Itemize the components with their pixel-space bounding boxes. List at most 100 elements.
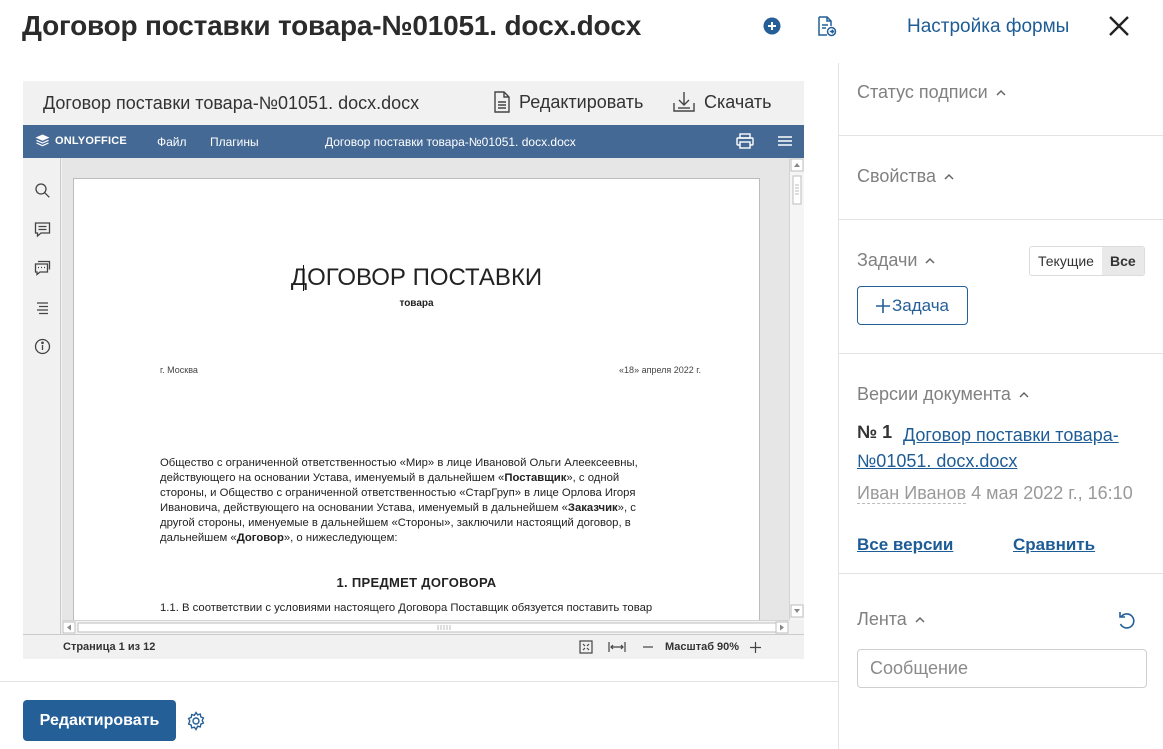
preamble-line: действующего на основании Устава, именуе… [160,471,680,486]
chevron-up-icon [944,173,954,180]
document-date: «18» апреля 2022 г. [619,365,701,375]
preview-toolbar: Договор поставки товара-№01051. docx.doc… [23,81,804,125]
chevron-up-icon [915,616,925,623]
chat-icon[interactable] [34,260,51,277]
preamble-line: Общество с ограниченной ответственностью… [160,456,680,471]
add-task-label: Задача [891,295,950,315]
tasks-filter-current[interactable]: Текущие [1030,247,1102,275]
sidebar-divider [839,353,1163,354]
preview-edit-button[interactable]: Редактировать [493,91,643,113]
horizontal-scrollbar[interactable] [62,620,789,634]
versions-label: Версии документа [857,384,1011,404]
tasks-filter-all[interactable]: Все [1101,247,1144,275]
info-icon[interactable] [34,338,51,355]
edit-button[interactable]: Редактировать [23,700,176,741]
gear-icon[interactable] [186,711,206,731]
add-circle-icon[interactable] [760,14,784,38]
preamble-text: », с [617,502,636,514]
preamble-text: », с одной [566,472,620,484]
document-card-window: Договор поставки товара-№01051. docx.doc… [0,0,1163,749]
feed-label: Лента [857,609,907,629]
chevron-up-icon [1019,391,1029,398]
add-task-button[interactable]: Задача [857,286,968,325]
preamble-line: стороны, и Общество с ограниченной ответ… [160,486,680,501]
print-icon[interactable] [736,133,754,149]
clause-text: 1.1. В соответствии с условиями настояще… [160,602,653,614]
menu-file[interactable]: Файл [157,135,187,149]
zoom-out-icon[interactable] [643,646,653,648]
chevron-up-icon [925,257,935,264]
download-icon [673,92,695,112]
document-title: ДОГОВОР ПОСТАВКИ [290,264,543,291]
preview-edit-label: Редактировать [519,91,644,112]
zoom-level: Масштаб 90% [665,641,740,653]
preamble-line: другой стороны, именуемые в дальнейшем «… [160,516,680,531]
editor-status-bar: Страница 1 из 12 Масштаб 90% [23,634,804,659]
preamble-bold-term: Договор [236,532,284,544]
sidebar-divider [839,219,1163,220]
preamble-text: », о нижеследующем: [283,532,398,544]
document-icon [494,91,510,113]
document-city: г. Москва [160,365,198,375]
preamble-bold-term: Поставщик [504,472,567,484]
document-preview: Договор поставки товара-№01051. docx.doc… [23,81,804,659]
signature-status-label: Статус подписи [857,82,988,102]
editor-canvas[interactable]: ДОГОВОР ПОСТАВКИ товара г. Москва «18» а… [62,158,789,620]
editor-left-toolbar [23,158,61,636]
preview-download-button[interactable]: Скачать [672,91,772,113]
vertical-scrollbar[interactable] [789,158,804,620]
close-icon[interactable] [1106,13,1132,39]
search-icon[interactable] [34,182,51,199]
hamburger-menu-icon[interactable] [776,133,794,149]
preview-file-name: Договор поставки товара-№01051. docx.doc… [43,93,420,113]
document-page[interactable]: ДОГОВОР ПОСТАВКИ товара г. Москва «18» а… [73,178,760,620]
preamble-line: дальнейшем «Договор», о нижеследующем: [160,531,680,546]
comment-icon[interactable] [34,221,51,238]
sidebar-border [838,63,839,749]
editor-doc-title: Договор поставки товара-№01051. docx.doc… [325,135,576,149]
preview-download-label: Скачать [704,91,772,112]
tasks-section[interactable]: Задачи [857,250,935,271]
text-cursor [303,265,304,291]
compare-link[interactable]: Сравнить [1013,535,1095,555]
onlyoffice-brand: ONLYOFFICE [55,134,127,147]
properties-section[interactable]: Свойства [857,166,954,187]
fit-page-icon[interactable] [579,640,593,654]
message-input[interactable] [857,649,1147,688]
plus-icon [875,298,890,313]
version-author[interactable]: Иван Иванов [857,483,967,504]
version-number: № 1 [857,422,893,442]
document-subtitle: товара [399,298,434,309]
all-versions-link[interactable]: Все версии [857,535,953,555]
navigation-icon[interactable] [34,299,51,316]
versions-section[interactable]: Версии документа [857,384,1029,405]
refresh-icon[interactable] [1116,609,1138,631]
page-indicator: Страница 1 из 12 [63,641,156,653]
fit-width-icon[interactable] [608,641,626,653]
menu-plugins[interactable]: Плагины [210,135,259,149]
version-meta: Иван Иванов 4 мая 2022 г., 16:10 [857,483,1133,504]
version-file-link[interactable]: Договор поставки товара-№01051. docx.doc… [857,422,1157,474]
footer-divider [0,681,838,682]
preamble-bold-term: Заказчик [567,502,618,514]
feed-section[interactable]: Лента [857,609,925,630]
page-title: Договор поставки товара-№01051. docx.doc… [22,10,642,41]
chevron-up-icon [996,89,1006,96]
form-settings-link[interactable]: Настройка формы [907,16,1069,38]
version-date: 4 мая 2022 г., 16:10 [971,483,1133,503]
preamble-text: действующего на основании Устава, именуе… [160,472,505,484]
sidebar-divider [839,135,1163,136]
tasks-filter-toggle: Текущие Все [1029,246,1145,276]
editor-header: ONLYOFFICE Файл Плагины Договор поставки… [23,125,804,158]
preamble-text: дальнейшем « [160,532,237,544]
document-export-icon[interactable] [814,14,838,38]
sidebar-divider [839,573,1163,574]
preamble-line: Ивановича, действующего на основании Уст… [160,501,680,516]
preamble-text: стороны, и Общество с ограниченной ответ… [160,487,636,499]
document-preamble: Общество с ограниченной ответственностью… [160,456,680,546]
preamble-text: другой стороны, именуемые в дальнейшем «… [160,517,631,529]
properties-label: Свойства [857,166,937,186]
zoom-in-icon[interactable] [750,642,761,653]
signature-status-section[interactable]: Статус подписи [857,82,1006,103]
section-heading: 1. ПРЕДМЕТ ДОГОВОРА [336,575,497,590]
